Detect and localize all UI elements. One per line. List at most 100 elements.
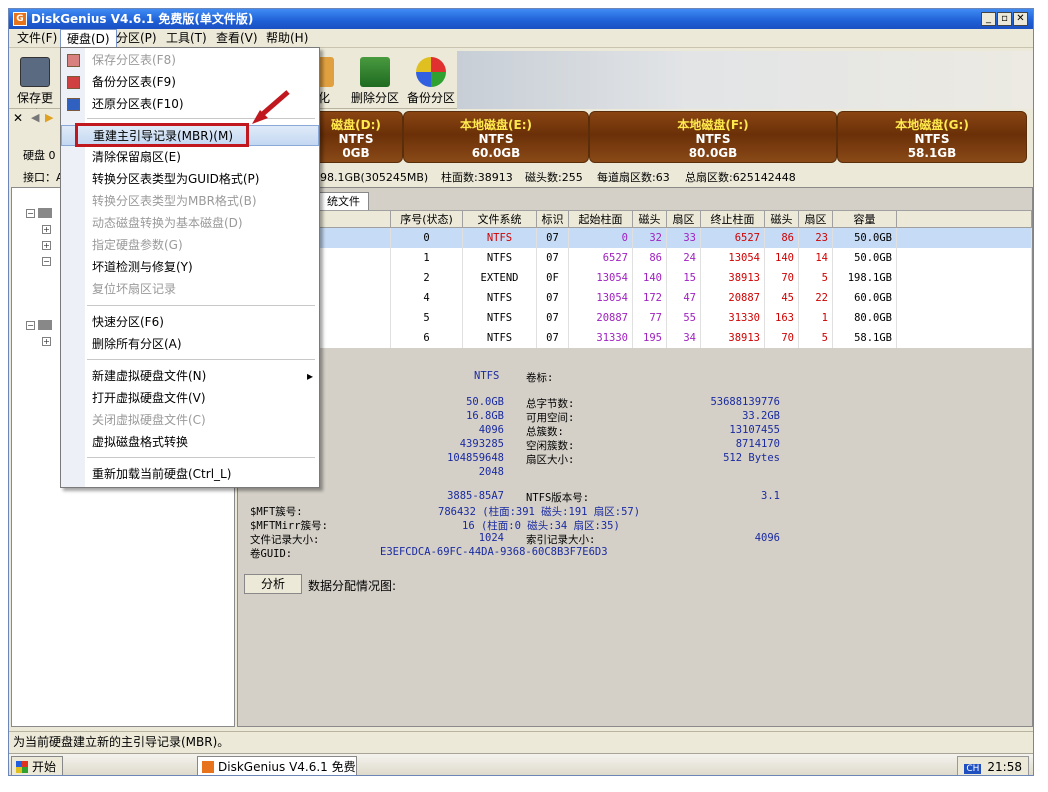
menu-item-15[interactable]: 关闭虚拟硬盘文件(C)	[61, 410, 319, 431]
table-cell: 07	[536, 227, 569, 248]
disk-nav: ✕ ◀ ▶	[13, 111, 61, 129]
menu-item-9[interactable]: 坏道检测与修复(Y)	[61, 257, 319, 278]
table-header-cell[interactable]: 序号(状态)	[390, 210, 463, 228]
table-cell: 20887	[700, 287, 765, 308]
arrow-left-icon[interactable]: ◀	[31, 111, 39, 124]
backup-partition-label: 备份分区	[406, 91, 455, 105]
table-row[interactable]: 盘(D:)1NTFS0765278624130541401450.0GB	[238, 247, 1032, 268]
partition-block-g[interactable]: 本地磁盘(G:) NTFS 58.1GB	[837, 111, 1027, 163]
partition-block-e[interactable]: 本地磁盘(E:) NTFS 60.0GB	[403, 111, 589, 163]
partition-d-size: 0GB	[342, 146, 370, 160]
cylinder-count: 柱面数:38913	[441, 171, 513, 184]
table-header-cell[interactable]: 终止柱面	[700, 210, 765, 228]
collapse-icon[interactable]: −	[26, 320, 35, 330]
tree-node-child[interactable]: +	[42, 224, 54, 235]
minimize-button[interactable]: _	[981, 12, 996, 26]
tree-node-child[interactable]: +	[42, 336, 54, 347]
menu-item-16[interactable]: 虚拟磁盘格式转换	[61, 432, 319, 453]
table-body: 盘(C:)0NTFS07032336527862350.0GB盘(D:)1NTF…	[238, 227, 1032, 348]
menu-disk[interactable]: 硬盘(D)	[60, 29, 117, 48]
close-button[interactable]: ✕	[1013, 12, 1028, 26]
table-cell: 5	[798, 327, 833, 348]
detail-clusters-label: 总簇数:	[526, 426, 564, 438]
menu-item-14[interactable]: 打开虚拟硬盘文件(V)	[61, 388, 319, 409]
menu-bar: 文件(F) 硬盘(D) 分区(P) 工具(T) 查看(V) 帮助(H)	[9, 29, 1033, 48]
table-row[interactable]: 盘(C:)0NTFS07032336527862350.0GB	[238, 227, 1032, 248]
table-header-cell[interactable]: 文件系统	[462, 210, 537, 228]
detail-guid: E3EFCDCA-69FC-44DA-9368-60C8B3F7E6D3	[380, 546, 608, 558]
menu-item-17[interactable]: 重新加载当前硬盘(Ctrl_L)	[61, 464, 319, 485]
start-button[interactable]: 开始	[11, 756, 64, 775]
backup-partition-button[interactable]: 备份分区	[405, 57, 457, 106]
detail-clusters: 13107455	[729, 424, 780, 436]
sectors-per-track: 每道扇区数:63	[597, 171, 670, 184]
expand-icon[interactable]: +	[42, 224, 51, 234]
expand-icon[interactable]: +	[42, 240, 51, 250]
restore-button[interactable]: ▫	[997, 12, 1012, 26]
menu-tools[interactable]: 工具(T)	[160, 29, 213, 48]
menu-item-11[interactable]: 快速分区(F6)	[61, 312, 319, 333]
tab-browse-files[interactable]: 统文件	[318, 192, 369, 210]
menu-separator	[87, 359, 315, 360]
table-header-cell[interactable]: 磁头	[764, 210, 799, 228]
menu-item-4[interactable]: 清除保留扇区(E)	[61, 147, 319, 168]
highlight-box	[75, 123, 249, 147]
partition-block-f[interactable]: 本地磁盘(F:) NTFS 80.0GB	[589, 111, 837, 163]
menu-item-13[interactable]: 新建虚拟硬盘文件(N) ▸	[61, 366, 319, 387]
table-row[interactable]: 磁盘(G:)6NTFS0731330195343891370558.1GB	[238, 327, 1032, 348]
menu-item-8[interactable]: 指定硬盘参数(G)	[61, 235, 319, 256]
menu-item-0[interactable]: 保存分区表(F8)	[61, 50, 319, 71]
table-cell: 198.1GB	[832, 267, 897, 288]
tree-node-disk1[interactable]: −	[26, 320, 52, 331]
table-row[interactable]: 区2EXTEND0F130541401538913705198.1GB	[238, 267, 1032, 288]
tree-node-disk0[interactable]: −	[26, 208, 52, 219]
expand-icon[interactable]: +	[42, 336, 51, 346]
menu-item-7[interactable]: 动态磁盘转换为基本磁盘(D)	[61, 213, 319, 234]
menu-item-12[interactable]: 删除所有分区(A)	[61, 334, 319, 355]
table-header-cell[interactable]: 扇区	[798, 210, 833, 228]
table-header-cell[interactable]: 磁头	[632, 210, 667, 228]
menu-item-label: 快速分区(F6)	[92, 315, 164, 329]
trash-icon	[360, 57, 390, 87]
menu-item-label: 指定硬盘参数(G)	[92, 238, 183, 252]
analyze-button[interactable]: 分析	[244, 574, 302, 594]
table-header-cell[interactable]: 容量	[832, 210, 897, 228]
partition-block-d[interactable]: 磁盘(D:) NTFS 0GB	[309, 111, 403, 163]
menu-help[interactable]: 帮助(H)	[260, 29, 314, 48]
menu-item-5[interactable]: 转换分区表类型为GUID格式(P)	[61, 169, 319, 190]
table-cell: 50.0GB	[832, 247, 897, 268]
collapse-icon[interactable]: −	[26, 208, 35, 218]
tree-node-child[interactable]: +	[42, 240, 54, 251]
table-header-cell[interactable]: 扇区	[666, 210, 701, 228]
arrow-right-icon[interactable]: ▶	[45, 111, 53, 124]
start-label: 开始	[32, 760, 57, 774]
partition-f-name: 本地磁盘(F:)	[677, 118, 749, 132]
system-clock[interactable]: CH 21:58	[957, 756, 1029, 775]
menu-partition[interactable]: 分区(P)	[110, 29, 163, 48]
collapse-icon[interactable]: −	[42, 256, 51, 266]
table-row[interactable]: 磁盘(E:)4NTFS07130541724720887452260.0GB	[238, 287, 1032, 308]
menu-item-label: 转换分区表类型为MBR格式(B)	[92, 194, 257, 208]
table-cell: 45	[764, 287, 799, 308]
delete-partition-button[interactable]: 删除分区	[349, 57, 401, 106]
table-cell: 50.0GB	[832, 227, 897, 248]
language-indicator[interactable]: CH	[964, 764, 982, 774]
detail-freeclusters: 8714170	[735, 438, 780, 450]
close-panel-icon[interactable]: ✕	[13, 111, 23, 125]
table-header-cell[interactable]: 起始柱面	[568, 210, 633, 228]
table-header-cell[interactable]: 标识	[536, 210, 569, 228]
partition-table: 序号(状态)文件系统标识起始柱面磁头扇区终止柱面磁头扇区容量 盘(C:)0NTF…	[238, 210, 1032, 348]
menu-item-label: 保存分区表(F8)	[92, 53, 176, 67]
table-cell: 6527	[700, 227, 765, 248]
table-row[interactable]: 磁盘(F:)5NTFS0720887775531330163180.0GB	[238, 307, 1032, 328]
detail-vollabel-label: 卷标:	[526, 372, 554, 384]
menu-file[interactable]: 文件(F)	[11, 29, 63, 48]
menu-item-6[interactable]: 转换分区表类型为MBR格式(B)	[61, 191, 319, 212]
taskbar-diskgenius[interactable]: DiskGenius V4.6.1 免费...	[197, 756, 357, 775]
partition-g-name: 本地磁盘(G:)	[895, 118, 969, 132]
menu-item-10[interactable]: 复位坏扇区记录	[61, 279, 319, 300]
detail-v2: 16.8GB	[466, 410, 504, 422]
menu-view[interactable]: 查看(V)	[210, 29, 264, 48]
tree-node-child[interactable]: −	[42, 256, 54, 267]
table-cell: 14	[798, 247, 833, 268]
